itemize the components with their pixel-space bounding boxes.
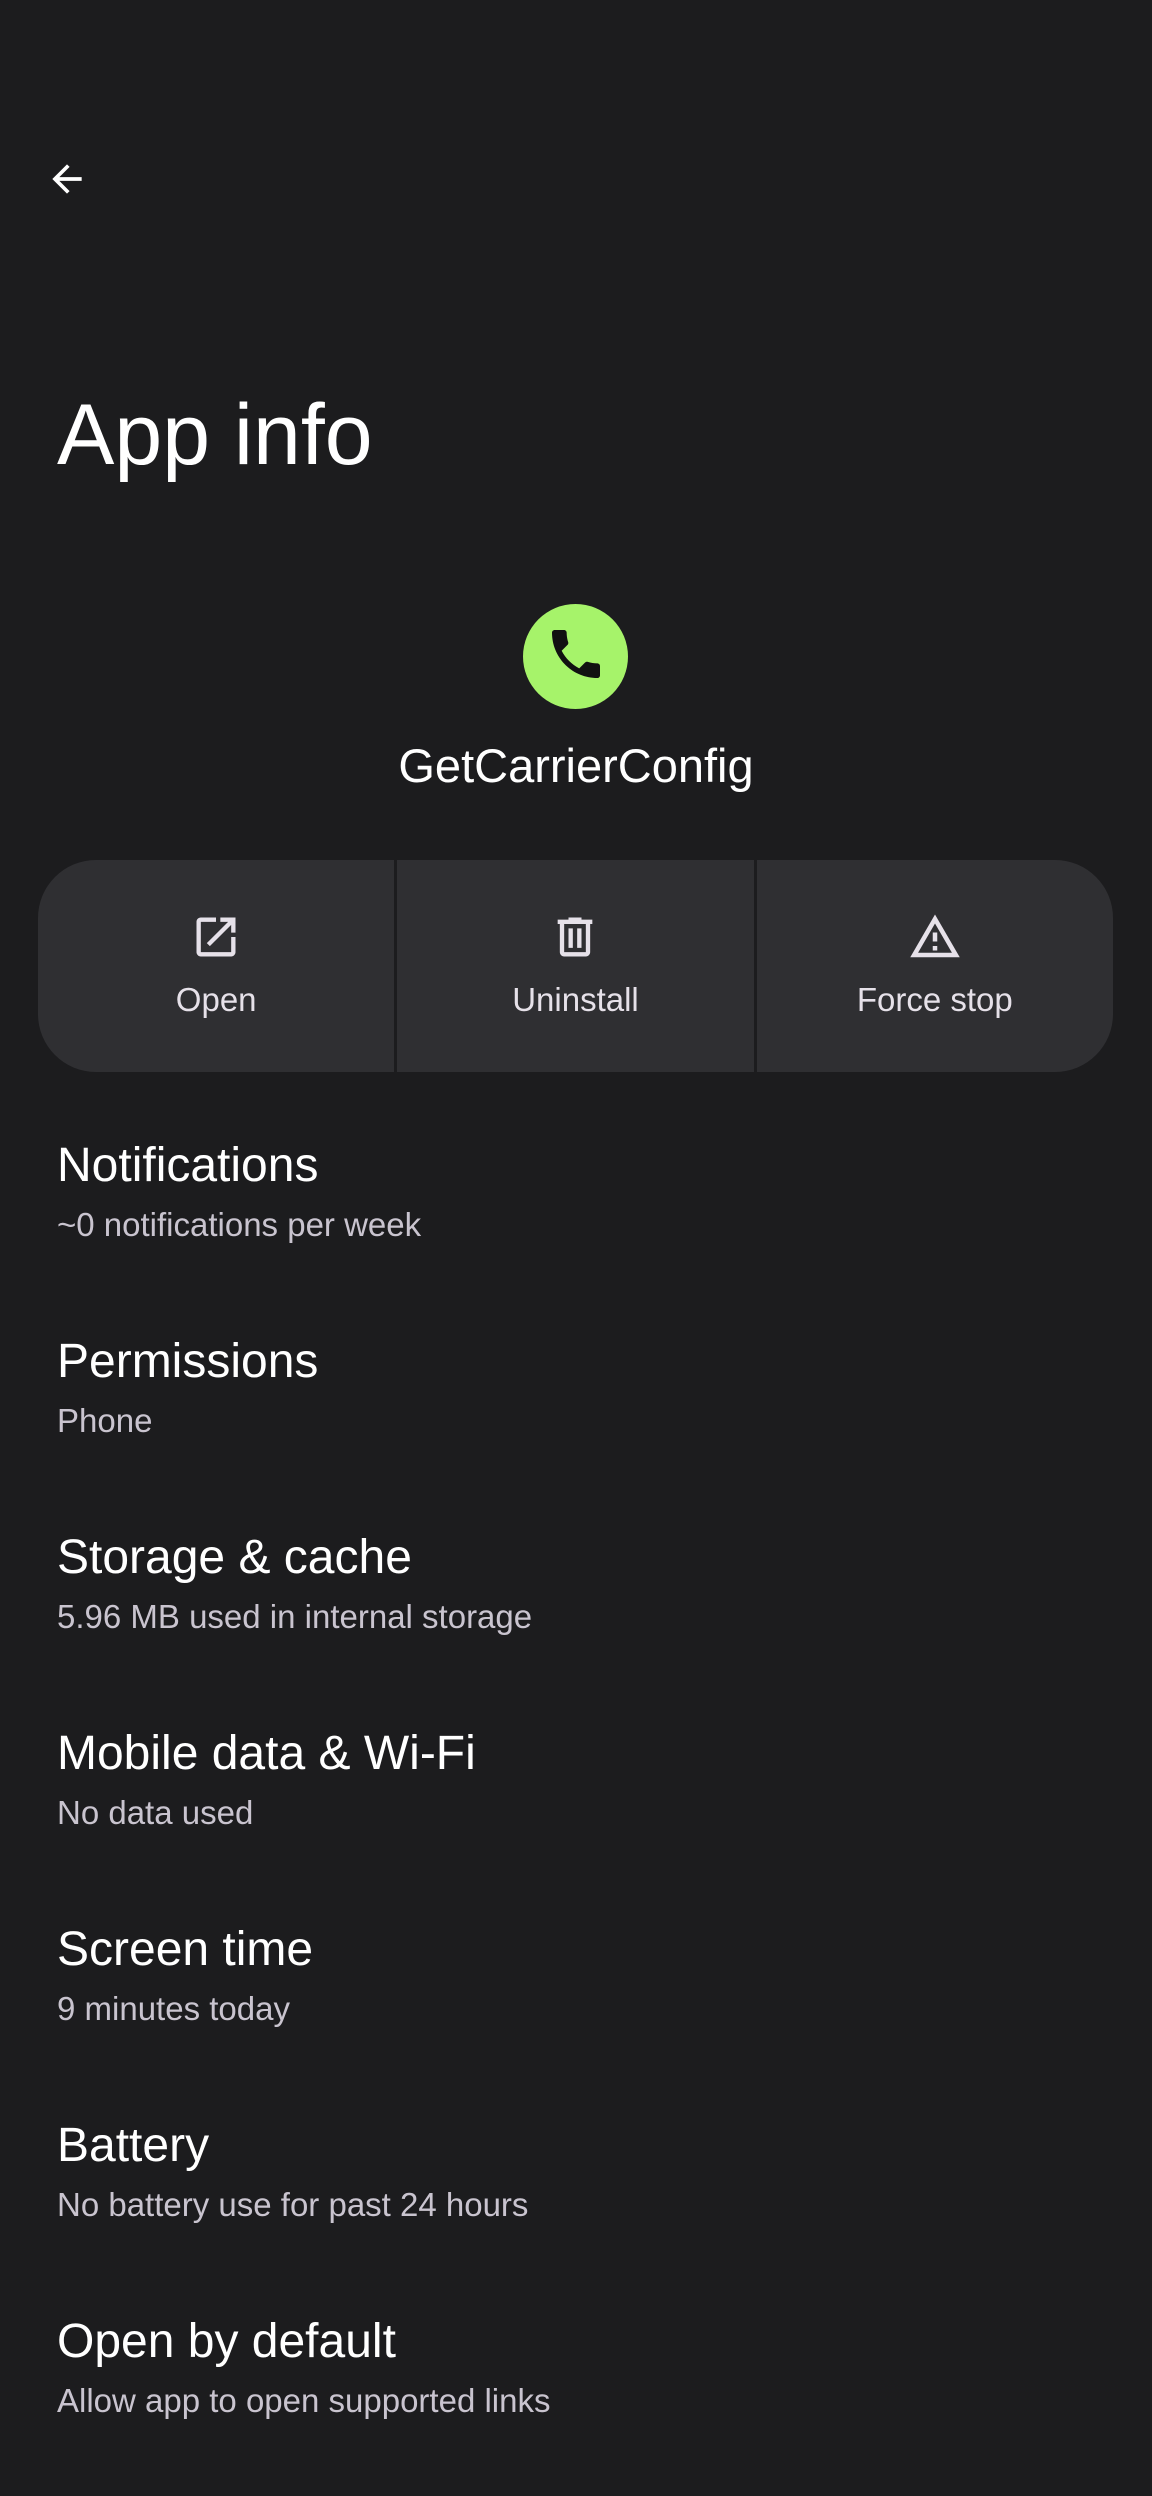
- phone-icon: [544, 622, 608, 691]
- item-subtitle: 5.96 MB used in internal storage: [57, 1598, 533, 1635]
- item-subtitle: 9 minutes today: [57, 1990, 290, 2027]
- list-item-mobile-data-wifi[interactable]: Mobile data & Wi-Fi No data used: [0, 1706, 1152, 1902]
- force-stop-button[interactable]: Force stop: [753, 860, 1113, 1072]
- item-subtitle: No battery use for past 24 hours: [57, 2186, 529, 2223]
- page-title: App info: [57, 387, 373, 483]
- app-name: GetCarrierConfig: [398, 739, 754, 792]
- uninstall-button[interactable]: Uninstall: [394, 860, 754, 1072]
- trash-icon: [548, 910, 602, 964]
- list-item-notifications[interactable]: Notifications ~0 notifications per week: [0, 1118, 1152, 1314]
- item-subtitle: Phone: [57, 1402, 153, 1439]
- open-external-icon: [189, 910, 243, 964]
- item-title: Notifications: [57, 1139, 319, 1192]
- item-subtitle: Allow app to open supported links: [57, 2382, 551, 2419]
- list-item-screen-time[interactable]: Screen time 9 minutes today: [0, 1902, 1152, 2098]
- action-bar: Open Uninstall Force stop: [38, 860, 1113, 1072]
- open-button[interactable]: Open: [38, 860, 395, 1072]
- item-title: Open by default: [57, 2315, 396, 2368]
- uninstall-label: Uninstall: [512, 981, 639, 1018]
- back-button[interactable]: [30, 144, 104, 218]
- item-subtitle: No data used: [57, 1794, 254, 1831]
- list-item-storage-cache[interactable]: Storage & cache 5.96 MB used in internal…: [0, 1510, 1152, 1706]
- item-title: Permissions: [57, 1335, 319, 1388]
- force-stop-label: Force stop: [856, 981, 1013, 1018]
- item-title: Battery: [57, 2119, 210, 2172]
- warning-icon: [908, 910, 962, 964]
- item-title: Screen time: [57, 1923, 314, 1976]
- settings-list: Notifications ~0 notifications per week …: [0, 1118, 1152, 2490]
- app-icon: [523, 604, 628, 709]
- item-title: Mobile data & Wi-Fi: [57, 1727, 476, 1780]
- list-item-open-by-default[interactable]: Open by default Allow app to open suppor…: [0, 2294, 1152, 2490]
- list-item-permissions[interactable]: Permissions Phone: [0, 1314, 1152, 1510]
- list-item-battery[interactable]: Battery No battery use for past 24 hours: [0, 2098, 1152, 2294]
- item-title: Storage & cache: [57, 1531, 412, 1584]
- open-label: Open: [175, 981, 257, 1018]
- item-subtitle: ~0 notifications per week: [57, 1206, 422, 1243]
- arrow-left-icon: [45, 157, 89, 206]
